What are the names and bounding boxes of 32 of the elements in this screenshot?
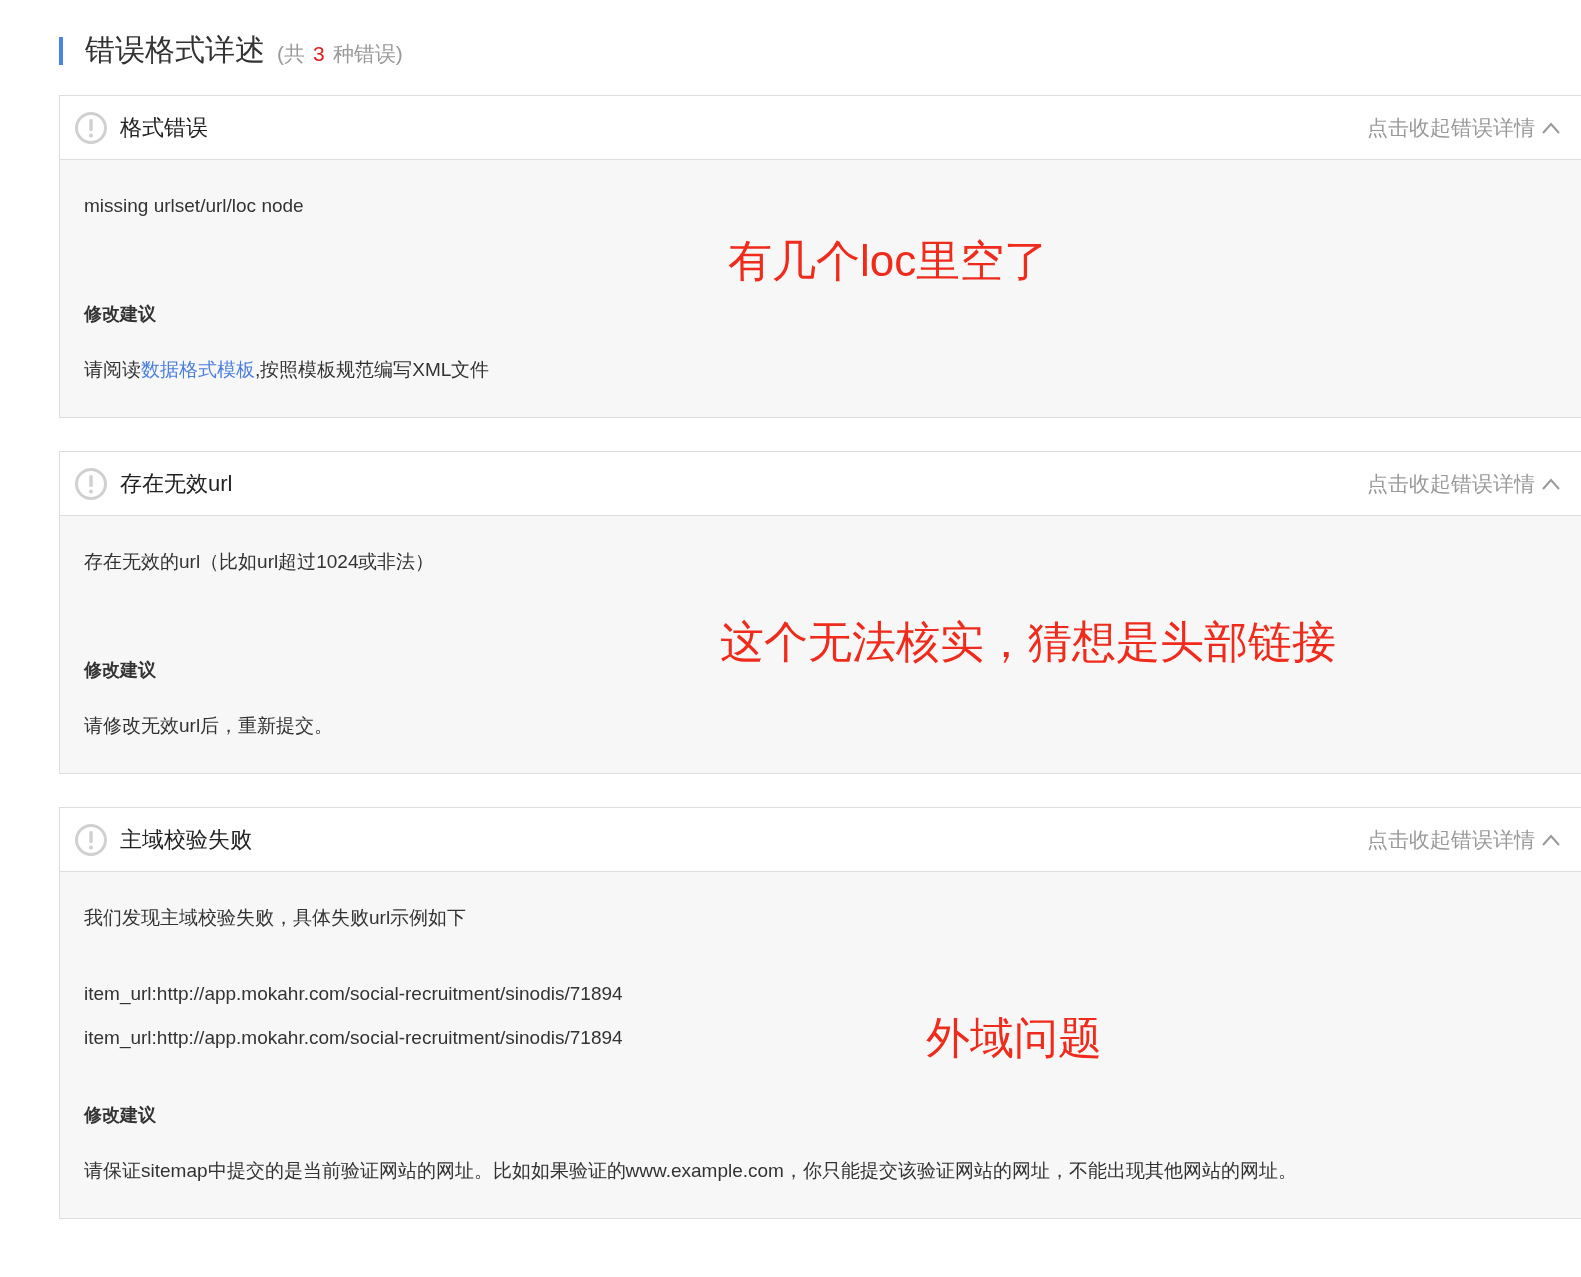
- count-prefix: (共: [277, 40, 305, 67]
- collapse-toggle[interactable]: 点击收起错误详情: [1367, 113, 1561, 142]
- annotation-note: 外域问题: [926, 1013, 1102, 1063]
- error-description: missing urlset/url/loc node: [84, 195, 304, 217]
- error-description: 存在无效的url（比如url超过1024或非法）: [84, 551, 435, 573]
- alert-icon: [75, 823, 107, 856]
- caret-icon: [1541, 833, 1561, 846]
- alert-icon: [75, 111, 107, 144]
- suggestion-text: 请阅读数据格式模板,按照模板规范编写XML文件: [84, 359, 490, 381]
- suggestion-text: 请保证sitemap中提交的是当前验证网站的网址。比如如果验证的www.example.com，你只能提交该验证网站的网址，不能出现其他网站的网址。: [84, 1160, 1297, 1182]
- error-title: 格式错误: [120, 113, 209, 142]
- collapse-toggle[interactable]: 点击收起错误详情: [1367, 469, 1561, 498]
- section-title: 错误格式详述: [85, 32, 265, 68]
- caret-icon: [1541, 477, 1561, 490]
- error-count: 3: [313, 41, 325, 66]
- count-suffix: 种错误): [332, 40, 403, 67]
- collapse-toggle[interactable]: 点击收起错误详情: [1367, 825, 1561, 854]
- suggestion-text: 请修改无效url后，重新提交。: [84, 715, 334, 737]
- caret-icon: [1541, 121, 1561, 134]
- error-description: 我们发现主域校验失败，具体失败url示例如下: [84, 907, 467, 929]
- example-url: item_url:http://app.mokahr.com/social-recruitment/sinodis/71894: [84, 1027, 623, 1049]
- template-link[interactable]: 数据格式模板: [141, 359, 255, 380]
- alert-icon: [75, 467, 107, 500]
- suggestion-label: 修改建议: [84, 303, 156, 325]
- suggestion-label: 修改建议: [84, 659, 156, 681]
- annotation-note: 这个无法核实，猜想是头部链接: [720, 617, 1336, 667]
- accent-bar: [59, 36, 63, 65]
- example-url: item_url:http://app.mokahr.com/social-recruitment/sinodis/71894: [84, 983, 623, 1005]
- suggestion-label: 修改建议: [84, 1104, 156, 1126]
- error-title: 主域校验失败: [120, 825, 253, 854]
- error-title: 存在无效url: [120, 469, 234, 498]
- annotation-note: 有几个loc里空了: [728, 236, 1049, 286]
